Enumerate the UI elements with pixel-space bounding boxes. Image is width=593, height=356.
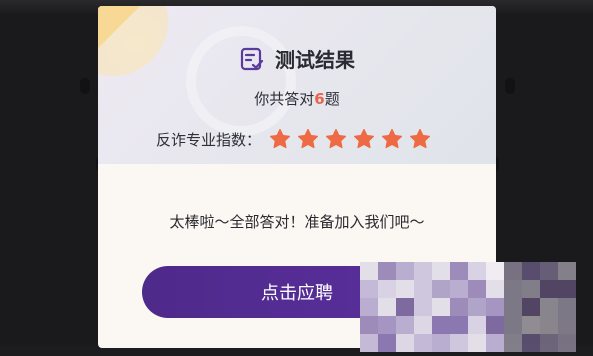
mosaic-cell — [486, 280, 504, 298]
mosaic-cell — [486, 262, 504, 280]
mosaic-cell — [486, 298, 504, 316]
mosaic-cell — [558, 316, 576, 334]
mosaic-cell — [450, 316, 468, 334]
mosaic-cell — [378, 316, 396, 334]
mosaic-cell — [468, 298, 486, 316]
mosaic-cell — [504, 334, 522, 352]
mosaic-cell — [468, 280, 486, 298]
mosaic-cell — [522, 316, 540, 334]
dialog-title: 测试结果 — [275, 48, 355, 72]
mosaic-cell — [558, 334, 576, 352]
mosaic-cell — [360, 280, 378, 298]
mosaic-cell — [378, 298, 396, 316]
mosaic-cell — [468, 316, 486, 334]
mosaic-cell — [558, 262, 576, 280]
mosaic-cell — [522, 298, 540, 316]
mosaic-cell — [558, 280, 576, 298]
background-arc-decoration — [186, 26, 296, 136]
ticket-notch-right-top — [505, 78, 515, 94]
star-icon — [381, 128, 403, 149]
mosaic-cell — [396, 316, 414, 334]
mosaic-cell — [360, 316, 378, 334]
mosaic-cell — [360, 298, 378, 316]
mosaic-cell — [396, 298, 414, 316]
mosaic-cell — [414, 262, 432, 280]
mosaic-cell — [450, 298, 468, 316]
mosaic-cell — [378, 334, 396, 352]
mosaic-cell — [486, 316, 504, 334]
mosaic-cell — [522, 280, 540, 298]
mosaic-cell — [432, 262, 450, 280]
star-icon — [297, 128, 319, 149]
result-document-icon — [240, 47, 264, 70]
mosaic-cell — [468, 334, 486, 352]
mosaic-cell — [504, 316, 522, 334]
mosaic-cell — [450, 334, 468, 352]
corner-triangle-decoration — [98, 6, 140, 48]
mosaic-cell — [522, 262, 540, 280]
mosaic-cell — [432, 298, 450, 316]
mosaic-cell — [378, 262, 396, 280]
mosaic-cell — [432, 280, 450, 298]
correct-count: 6 — [314, 90, 325, 108]
mosaic-cell — [414, 280, 432, 298]
mosaic-cell — [432, 334, 450, 352]
mosaic-cell — [540, 262, 558, 280]
mosaic-cell — [504, 298, 522, 316]
rating-stars — [269, 128, 437, 150]
mosaic-cell — [486, 334, 504, 352]
result-message: 太棒啦～全部答对！准备加入我们吧～ — [169, 213, 425, 231]
mosaic-cell — [396, 280, 414, 298]
mosaic-cell — [360, 262, 378, 280]
ticket-notch-left-top — [80, 78, 90, 94]
rating-label: 反诈专业指数： — [156, 130, 262, 149]
star-icon — [325, 128, 347, 149]
mosaic-cell — [432, 316, 450, 334]
mosaic-cell — [414, 298, 432, 316]
mosaic-cell — [414, 334, 432, 352]
star-icon — [269, 128, 291, 149]
mosaic-cell — [558, 298, 576, 316]
mosaic-cell — [396, 262, 414, 280]
mosaic-cell — [468, 262, 486, 280]
score-summary: 你共答对6题 — [98, 88, 496, 109]
mosaic-cell — [360, 334, 378, 352]
score-prefix: 你共答对 — [254, 90, 315, 108]
mosaic-cell — [378, 280, 396, 298]
mosaic-cell — [414, 316, 432, 334]
mosaic-cell — [396, 334, 414, 352]
mosaic-cell — [450, 262, 468, 280]
star-icon — [409, 128, 431, 149]
mosaic-cell — [540, 334, 558, 352]
mosaic-cell — [540, 280, 558, 298]
mosaic-cell — [522, 334, 540, 352]
rating-row: 反诈专业指数： — [156, 127, 437, 151]
mosaic-cell — [504, 280, 522, 298]
mosaic-cell — [540, 298, 558, 316]
mosaic-cell — [450, 280, 468, 298]
mosaic-cell — [504, 262, 522, 280]
score-suffix: 题 — [324, 90, 340, 108]
dialog-title-row: 测试结果 — [98, 44, 496, 73]
mosaic-cell — [540, 316, 558, 334]
star-icon — [353, 128, 375, 149]
